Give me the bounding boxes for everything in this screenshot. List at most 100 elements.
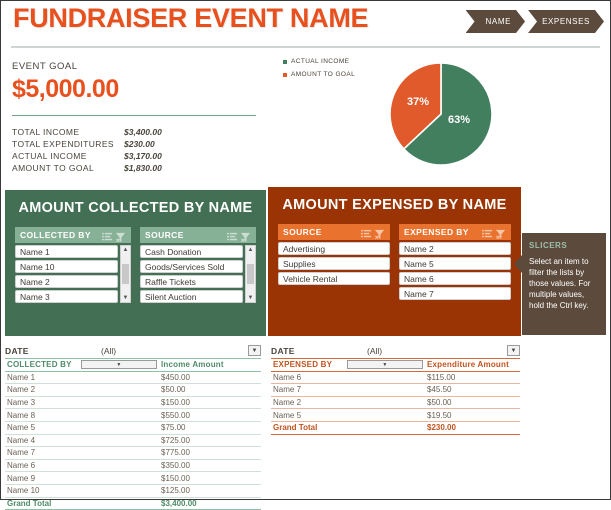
table-row: Name 7 $45.50 xyxy=(271,383,520,397)
column-filter-icon[interactable]: ▼ xyxy=(347,360,423,370)
legend-swatch xyxy=(283,72,287,77)
summary-label: TOTAL INCOME xyxy=(12,127,80,137)
slicer-header: SOURCE xyxy=(140,227,256,243)
income-table: COLLECTED BY ▼ Income Amount Name 1 $450.0… xyxy=(5,358,261,510)
row-amount: $115.00 xyxy=(425,371,520,385)
row-name: Name 7 xyxy=(271,383,425,397)
slicer-body: Advertising Supplies Vehicle Rental xyxy=(278,240,390,285)
legend-entry-actual-income: ACTUAL INCOME xyxy=(283,55,355,68)
row-name: Name 5 xyxy=(271,408,425,422)
slicer-item[interactable]: Raffle Tickets xyxy=(140,275,243,288)
slicer-item[interactable]: Name 2 xyxy=(399,242,511,255)
sheet-nav-buttons: NAME EXPENSES xyxy=(466,10,604,33)
row-name: Name 9 xyxy=(5,471,159,485)
table-row: Name 6 $115.00 xyxy=(271,371,520,385)
slicer-item[interactable]: Name 6 xyxy=(399,272,511,285)
clear-filter-icon[interactable] xyxy=(115,230,126,242)
slicer-title: COLLECTED BY xyxy=(20,230,91,240)
slicer-header: EXPENSED BY xyxy=(399,224,511,240)
column-filter-icon[interactable]: ▼ xyxy=(81,360,157,370)
table-row: Name 3 $150.00 xyxy=(5,396,261,410)
fundraiser-dashboard: FUNDRAISER EVENT NAME NAME EXPENSES EVEN… xyxy=(0,0,611,510)
slicer-item-list: Advertising Supplies Vehicle Rental xyxy=(278,240,390,285)
summary-value: $1,830.00 xyxy=(124,163,162,173)
row-amount: $450.00 xyxy=(159,371,261,385)
slicer-item[interactable]: Vehicle Rental xyxy=(278,272,390,285)
summary-value: $3,170.00 xyxy=(124,151,162,161)
expense-pivot-table: DATE (All) ▼ EXPENSED BY ▼ Expenditure Am… xyxy=(271,343,520,435)
summary-row: ACTUAL INCOME $3,170.00 xyxy=(12,150,262,162)
multi-select-icon[interactable] xyxy=(102,230,113,241)
slicer-item[interactable]: Name 1 xyxy=(15,245,118,258)
nav-button-expenses[interactable]: EXPENSES xyxy=(528,10,604,33)
scroll-up-icon[interactable]: ▲ xyxy=(246,246,255,254)
summary-divider xyxy=(12,115,256,116)
header-divider xyxy=(11,46,600,48)
multi-select-icon[interactable] xyxy=(482,227,493,238)
pie-svg xyxy=(389,62,493,166)
row-amount: $775.00 xyxy=(159,446,261,460)
row-name: Name 2 xyxy=(271,396,425,410)
slicer-header: SOURCE xyxy=(278,224,390,240)
slicer-body: Cash Donation Goods/Services Sold Raffle T… xyxy=(140,243,256,303)
legend-label: ACTUAL INCOME xyxy=(291,58,350,65)
grand-total-label: Grand Total xyxy=(271,420,425,435)
slicer-item[interactable]: Advertising xyxy=(278,242,390,255)
scrollbar-thumb[interactable] xyxy=(122,264,129,284)
row-amount: $725.00 xyxy=(159,434,261,448)
slicer-expensed-by: EXPENSED BY Name 2 Name 5 Name 6 Name 7 xyxy=(399,224,511,300)
amount-collected-panel: AMOUNT COLLECTED BY NAME COLLECTED BY Na… xyxy=(5,190,266,336)
column-header-expenditure-amount: Expenditure Amount xyxy=(425,358,520,372)
table-header-row: COLLECTED BY ▼ Income Amount xyxy=(5,358,261,372)
clear-filter-icon[interactable] xyxy=(240,230,251,242)
amount-collected-title: AMOUNT COLLECTED BY NAME xyxy=(18,200,253,216)
row-name: Name 10 xyxy=(5,484,159,498)
multi-select-icon[interactable] xyxy=(227,230,238,241)
grand-total-label: Grand Total xyxy=(5,496,159,510)
slicer-scrollbar[interactable]: ▲ ▼ xyxy=(120,245,131,303)
summary-label: AMOUNT TO GOAL xyxy=(12,163,95,173)
collected-slicers: COLLECTED BY Name 1 Name 10 Name 2 Name 3 ▲… xyxy=(5,227,266,303)
row-amount: $150.00 xyxy=(159,396,261,410)
filter-dropdown-icon[interactable]: ▼ xyxy=(248,345,261,356)
clear-filter-icon[interactable] xyxy=(495,227,506,239)
slicer-item[interactable]: Supplies xyxy=(278,257,390,270)
scrollbar-thumb[interactable] xyxy=(247,264,254,284)
nav-button-name[interactable]: NAME xyxy=(466,10,526,33)
table-row: Name 10 $125.00 xyxy=(5,484,261,498)
table-row: Name 4 $725.00 xyxy=(5,434,261,448)
slicer-item[interactable]: Name 3 xyxy=(15,290,118,303)
summary-label: ACTUAL INCOME xyxy=(12,151,87,161)
column-header-expensed-by[interactable]: EXPENSED BY ▼ xyxy=(271,358,425,372)
scroll-up-icon[interactable]: ▲ xyxy=(121,246,130,254)
summary-row: TOTAL INCOME $3,400.00 xyxy=(12,126,262,138)
income-pivot-table: DATE (All) ▼ COLLECTED BY ▼ Income Amount… xyxy=(5,343,261,510)
slicer-source-income: SOURCE Cash Donation Goods/Services Sold R… xyxy=(140,227,256,303)
clear-filter-icon[interactable] xyxy=(374,227,385,239)
slicer-item[interactable]: Name 7 xyxy=(399,287,511,300)
slicer-item[interactable]: Name 10 xyxy=(15,260,118,273)
row-name: Name 6 xyxy=(271,371,425,385)
slicer-item[interactable]: Name 5 xyxy=(399,257,511,270)
table-total-row: Grand Total $3,400.00 xyxy=(5,496,261,510)
filter-label: DATE xyxy=(271,345,295,356)
scroll-down-icon[interactable]: ▼ xyxy=(121,294,130,302)
row-name: Name 5 xyxy=(5,421,159,435)
slicer-item[interactable]: Name 2 xyxy=(15,275,118,288)
pie-chart-legend: ACTUAL INCOME AMOUNT TO GOAL xyxy=(283,55,355,81)
slicer-scrollbar[interactable]: ▲ ▼ xyxy=(245,245,256,303)
filter-value: (All) xyxy=(101,345,117,356)
table-row: Name 1 $450.00 xyxy=(5,371,261,385)
table-row: Name 8 $550.00 xyxy=(5,408,261,422)
slicer-item[interactable]: Silent Auction xyxy=(140,290,243,303)
legend-label: AMOUNT TO GOAL xyxy=(291,71,356,78)
slicer-title: SOURCE xyxy=(145,230,184,240)
slicer-item[interactable]: Cash Donation xyxy=(140,245,243,258)
column-header-collected-by[interactable]: COLLECTED BY ▼ xyxy=(5,358,159,372)
row-name: Name 3 xyxy=(5,396,159,410)
slicer-item[interactable]: Goods/Services Sold xyxy=(140,260,243,273)
multi-select-icon[interactable] xyxy=(361,227,372,238)
scroll-down-icon[interactable]: ▼ xyxy=(246,294,255,302)
slicer-collected-by: COLLECTED BY Name 1 Name 10 Name 2 Name 3 ▲… xyxy=(15,227,131,303)
filter-dropdown-icon[interactable]: ▼ xyxy=(507,345,520,356)
